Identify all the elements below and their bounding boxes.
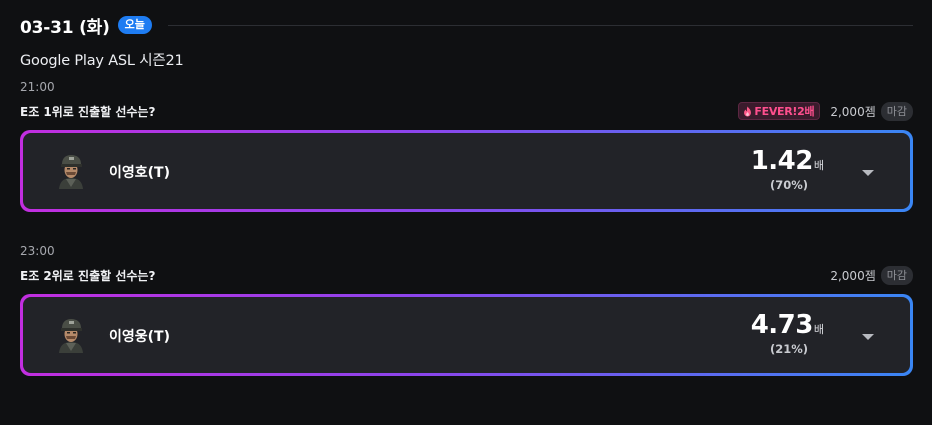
page: 03-31 (화) 오늘 Google Play ASL 시즌21 21:00 … bbox=[0, 0, 932, 425]
match-card: 21:00 E조 1위로 진출할 선수는? FEVER! 2배 2,000젬 마… bbox=[20, 80, 913, 212]
pick-option-body[interactable]: 이영웅(T) 4.73 배 (21%) bbox=[23, 297, 910, 373]
match-time: 23:00 bbox=[20, 244, 55, 258]
question-meta: FEVER! 2배 2,000젬 마감 bbox=[738, 101, 913, 121]
question-text: E조 1위로 진출할 선수는? bbox=[20, 104, 156, 119]
status-badge: 마감 bbox=[880, 265, 913, 285]
terran-soldier-avatar bbox=[53, 153, 89, 189]
pick-percent: (70%) bbox=[769, 178, 808, 192]
chevron-down-icon[interactable] bbox=[862, 170, 874, 176]
chevron-down-icon[interactable] bbox=[862, 334, 874, 340]
odds-block: 1.42 배 (70%) bbox=[751, 146, 824, 192]
match-time: 21:00 bbox=[20, 80, 55, 94]
question-meta: 2,000젬 마감 bbox=[830, 265, 913, 285]
divider bbox=[167, 24, 913, 26]
points-label: 2,000젬 bbox=[830, 104, 876, 119]
today-badge: 오늘 bbox=[117, 16, 152, 34]
odds-value: 4.73 bbox=[750, 310, 814, 340]
fever-badge: FEVER! 2배 bbox=[738, 102, 821, 120]
odds-unit: 배 bbox=[813, 323, 824, 336]
question-text: E조 2위로 진출할 선수는? bbox=[20, 268, 156, 283]
pick-percent: (21%) bbox=[769, 342, 808, 356]
question-row: E조 2위로 진출할 선수는? 2,000젬 마감 bbox=[20, 264, 913, 286]
fever-label: FEVER! bbox=[754, 104, 798, 118]
status-badge: 마감 bbox=[880, 101, 913, 121]
odds-unit: 배 bbox=[813, 159, 824, 172]
pick-option[interactable]: 이영호(T) 1.42 배 (70%) bbox=[20, 130, 913, 212]
player-name: 이영웅(T) bbox=[109, 329, 170, 345]
odds-block: 4.73 배 (21%) bbox=[751, 310, 824, 356]
match-card: 23:00 E조 2위로 진출할 선수는? 2,000젬 마감 이영웅(T) 4… bbox=[20, 244, 913, 376]
player-name: 이영호(T) bbox=[109, 165, 170, 181]
pick-option-body[interactable]: 이영호(T) 1.42 배 (70%) bbox=[23, 133, 910, 209]
question-row: E조 1위로 진출할 선수는? FEVER! 2배 2,000젬 마감 bbox=[20, 100, 913, 122]
odds-value: 1.42 bbox=[750, 146, 814, 176]
fever-multiplier: 2배 bbox=[797, 105, 815, 118]
date-label: 03-31 (화) bbox=[20, 17, 110, 38]
flame-icon bbox=[744, 106, 752, 116]
terran-soldier-avatar bbox=[53, 317, 89, 353]
pick-option[interactable]: 이영웅(T) 4.73 배 (21%) bbox=[20, 294, 913, 376]
league-title: Google Play ASL 시즌21 bbox=[20, 53, 184, 69]
date-header: 03-31 (화) 오늘 bbox=[20, 12, 913, 38]
points-label: 2,000젬 bbox=[830, 268, 876, 283]
